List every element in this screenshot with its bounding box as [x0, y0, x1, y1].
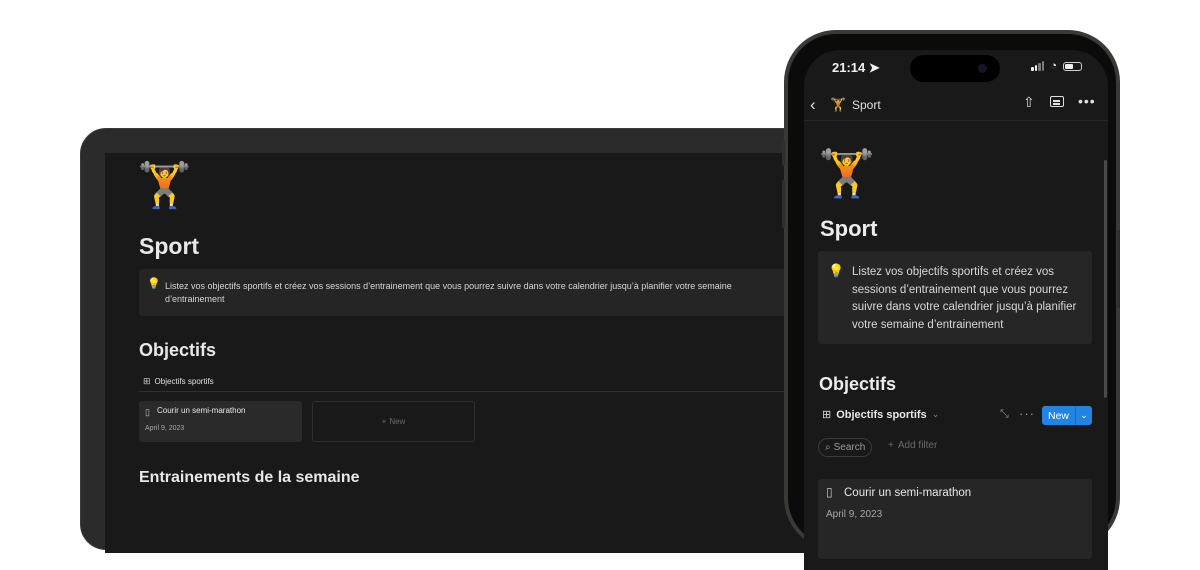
chevron-down-icon: ⌄	[931, 409, 940, 419]
dynamic-island	[910, 55, 1000, 82]
nav-page-icon: 🏋️	[830, 97, 847, 112]
document-icon: ▯	[826, 485, 833, 499]
chevron-down-icon[interactable]: ⌄	[1076, 410, 1092, 421]
search-icon: ⌕	[825, 442, 831, 453]
callout: 💡 Listez vos objectifs sportifs et créez…	[818, 251, 1092, 344]
status-icons: ◔	[1031, 60, 1082, 72]
more-icon[interactable]: ···	[1019, 406, 1035, 421]
section-heading-objectifs: Objectifs	[819, 374, 897, 394]
page-icon[interactable]: 🏋️	[137, 161, 192, 211]
section-heading-objectifs: Objectifs	[139, 340, 217, 360]
gallery-icon: ⊞	[143, 375, 151, 386]
card-title: Courir un semi-marathon	[844, 487, 972, 499]
card-title: Courir un semi-marathon	[157, 406, 246, 415]
search-button[interactable]: ⌕ Search	[818, 438, 873, 457]
add-filter-label: Add filter	[897, 440, 938, 451]
signal-icon	[1031, 61, 1045, 71]
search-label: Search	[833, 442, 866, 453]
callout: 💡 Listez vos objectifs sportifs et créez…	[139, 269, 789, 316]
view-label: Objectifs sportifs	[836, 408, 927, 421]
new-card-button[interactable]: + New	[312, 401, 475, 442]
page-icon[interactable]: 🏋️	[818, 144, 875, 202]
card-date: April 9, 2023	[145, 425, 185, 432]
nav-title[interactable]: Sport	[852, 98, 881, 112]
lightbulb-icon: 💡	[828, 263, 845, 278]
document-icon: ▯	[145, 407, 150, 417]
phone-side-button	[782, 180, 785, 228]
camera-icon	[978, 64, 987, 73]
tab-objectifs-sportifs[interactable]: ⊞ Objectifs sportifs	[139, 371, 218, 392]
phone-screen: 21:14 ➤ ◔ ‹ 🏋️ Sport ⇧ ••• 🏋️ Sport 💡 Li…	[804, 50, 1108, 570]
gallery-card[interactable]: ▯ Courir un semi-marathon April 9, 2023	[818, 479, 1092, 559]
section-heading-entrainements: Entrainements de la semaine	[139, 469, 360, 486]
status-time: 21:14 ➤	[832, 60, 880, 75]
callout-text[interactable]: Listez vos objectifs sportifs et créez v…	[165, 280, 785, 306]
gallery-card[interactable]: ▯ Courir un semi-marathon April 9, 2023	[139, 401, 302, 442]
tab-label: Objectifs sportifs	[154, 376, 214, 386]
phone-power-button	[1117, 230, 1120, 308]
new-card-label: New	[389, 417, 406, 426]
share-icon[interactable]: ⇧	[1023, 94, 1035, 111]
phone-frame: 21:14 ➤ ◔ ‹ 🏋️ Sport ⇧ ••• 🏋️ Sport 💡 Li…	[782, 30, 1120, 570]
callout-text[interactable]: Listez vos objectifs sportifs et créez v…	[852, 264, 1080, 334]
new-button-label: New	[1048, 409, 1070, 422]
scrollbar[interactable]	[1104, 160, 1107, 398]
new-button[interactable]: New ⌄	[1042, 406, 1092, 425]
laptop-frame: 🏋️ Sport 💡 Listez vos objectifs sportifs…	[80, 128, 865, 553]
page-title[interactable]: Sport	[139, 233, 199, 260]
phone-bezel: 21:14 ➤ ◔ ‹ 🏋️ Sport ⇧ ••• 🏋️ Sport 💡 Li…	[788, 34, 1116, 570]
view-selector[interactable]: ⊞ Objectifs sportifs ⌄	[822, 408, 940, 422]
add-filter-button[interactable]: + Add filter	[888, 440, 937, 451]
gallery-icon: ⊞	[822, 409, 832, 421]
top-nav-bar: ‹ 🏋️ Sport ⇧ •••	[804, 90, 1108, 121]
phone-side-button	[782, 140, 785, 166]
divider	[139, 391, 829, 392]
chevron-left-icon[interactable]: ‹	[810, 95, 816, 115]
more-icon[interactable]: •••	[1078, 93, 1096, 109]
lightbulb-icon: 💡	[147, 278, 161, 290]
comment-icon[interactable]	[1050, 96, 1064, 107]
plus-icon: +	[381, 417, 387, 426]
battery-icon	[1063, 61, 1082, 71]
wifi-icon: ◔	[1050, 60, 1057, 72]
expand-icon[interactable]: ⤡	[1000, 408, 1009, 421]
page-title[interactable]: Sport	[820, 216, 877, 242]
card-date: April 9, 2023	[826, 509, 883, 520]
laptop-screen: 🏋️ Sport 💡 Listez vos objectifs sportifs…	[105, 153, 865, 553]
plus-icon: +	[888, 440, 894, 451]
